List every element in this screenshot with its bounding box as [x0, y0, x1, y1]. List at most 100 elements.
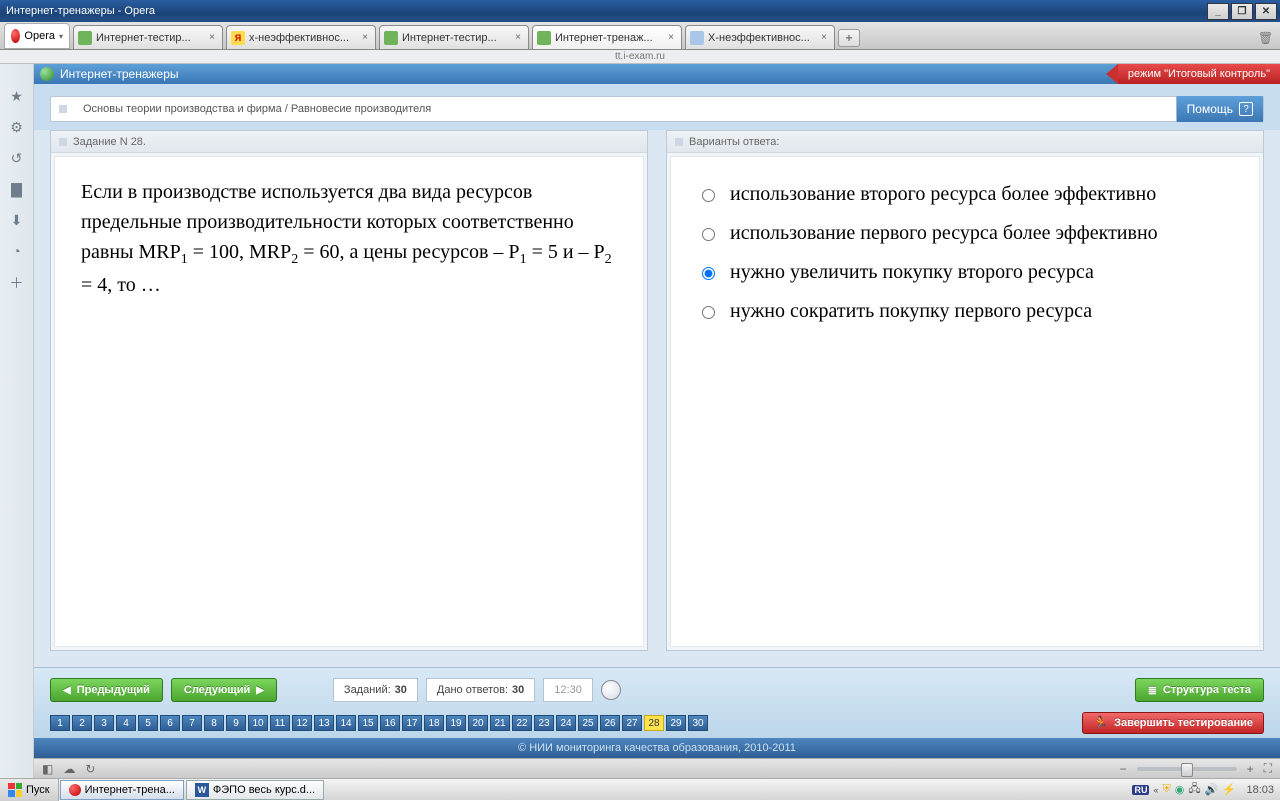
question-number-button[interactable]: 18	[424, 715, 444, 731]
question-number-button[interactable]: 30	[688, 715, 708, 731]
window-buttons: _ ❐ ✕	[1207, 3, 1277, 20]
battery-icon[interactable]: ⚡	[1222, 783, 1236, 796]
breadcrumb: Основы теории производства и фирма / Рав…	[50, 96, 1264, 122]
browser-tab[interactable]: Ях-неэффективнос...×	[226, 25, 376, 49]
shield-icon[interactable]: ⛨	[1162, 783, 1170, 796]
question-number-button[interactable]: 15	[358, 715, 378, 731]
question-number-button[interactable]: 23	[534, 715, 554, 731]
question-number-button[interactable]: 7	[182, 715, 202, 731]
answer-radio[interactable]	[702, 267, 715, 280]
browser-tab[interactable]: Интернет-тестир...×	[379, 25, 529, 49]
fit-width-icon[interactable]: ⛶	[1264, 761, 1272, 776]
question-number-button[interactable]: 10	[248, 715, 268, 731]
zoom-slider[interactable]	[1137, 767, 1237, 771]
clock[interactable]: 18:03	[1240, 784, 1274, 796]
question-number-button[interactable]: 26	[600, 715, 620, 731]
opera-menu-button[interactable]: Opera ▾	[4, 23, 70, 49]
taskbar-item-label: Интернет-трена...	[85, 784, 175, 796]
question-number-button[interactable]: 1	[50, 715, 70, 731]
zoom-in-icon[interactable]: +	[1247, 762, 1254, 776]
tab-close-icon[interactable]: ×	[206, 32, 218, 43]
new-tab-button[interactable]: +	[838, 29, 860, 47]
taskbar-item[interactable]: Интернет-трена...	[60, 780, 184, 800]
question-number-button[interactable]: 12	[292, 715, 312, 731]
prev-button[interactable]: ◀Предыдущий	[50, 678, 163, 702]
next-button[interactable]: Следующий▶	[171, 678, 277, 702]
language-indicator[interactable]: RU	[1132, 785, 1149, 795]
answer-option[interactable]: использование второго ресурса более эффе…	[697, 183, 1233, 206]
tab-close-icon[interactable]: ×	[512, 32, 524, 43]
tab-close-icon[interactable]: ×	[818, 32, 830, 43]
help-button[interactable]: Помощь ?	[1176, 96, 1263, 122]
question-number-button[interactable]: 6	[160, 715, 180, 731]
tray-expand-icon[interactable]: «	[1153, 785, 1158, 795]
antivirus-icon[interactable]: ◉	[1175, 783, 1185, 796]
close-button[interactable]: ✕	[1255, 3, 1277, 20]
question-number-button[interactable]: 17	[402, 715, 422, 731]
question-number-button[interactable]: 2	[72, 715, 92, 731]
answer-option[interactable]: нужно сократить покупку первого ресурса	[697, 300, 1233, 323]
tasks-total-box: Заданий: 30	[333, 678, 418, 702]
question-number-button[interactable]: 28	[644, 715, 664, 731]
history-icon[interactable]: ◔	[12, 243, 20, 259]
question-number-button[interactable]: 25	[578, 715, 598, 731]
window-titlebar: Интернет-тренажеры - Opera _ ❐ ✕	[0, 0, 1280, 22]
tab-close-icon[interactable]: ×	[359, 32, 371, 43]
question-number-button[interactable]: 4	[116, 715, 136, 731]
question-text: Если в производстве используется два вид…	[81, 177, 617, 300]
system-tray: RU « ⛨ ◉ 🖧 🔊 ⚡ 18:03	[1126, 780, 1280, 799]
answer-option[interactable]: нужно увеличить покупку второго ресурса	[697, 261, 1233, 284]
question-number-button[interactable]: 11	[270, 715, 290, 731]
answer-option[interactable]: использование первого ресурса более эффе…	[697, 222, 1233, 245]
clock-icon	[601, 680, 621, 700]
note-icon[interactable]: ▇	[11, 181, 22, 198]
question-number-button[interactable]: 16	[380, 715, 400, 731]
volume-icon[interactable]: 🔊	[1205, 783, 1219, 796]
finish-test-button[interactable]: 🏃Завершить тестирование	[1082, 712, 1264, 734]
start-button[interactable]: Пуск	[0, 779, 59, 801]
answered-box: Дано ответов: 30	[426, 678, 535, 702]
star-icon[interactable]: ★	[10, 88, 23, 105]
closed-tabs-icon[interactable]: 🗑	[1258, 31, 1276, 49]
question-panel: Задание N 28. Если в производстве исполь…	[50, 130, 648, 651]
question-number-button[interactable]: 24	[556, 715, 576, 731]
question-number-button[interactable]: 9	[226, 715, 246, 731]
answer-radio[interactable]	[702, 228, 715, 241]
opera-logo-icon	[69, 784, 81, 796]
favicon-icon: Я	[231, 31, 245, 45]
panel-toggle-icon[interactable]: ◧	[42, 762, 53, 776]
question-number-button[interactable]: 27	[622, 715, 642, 731]
browser-tab[interactable]: Интернет-тренаж...×	[532, 25, 682, 49]
taskbar-item[interactable]: WФЭПО весь курс.d...	[186, 780, 324, 800]
cloud-icon[interactable]: ☁	[63, 762, 75, 776]
tab-close-icon[interactable]: ×	[665, 32, 677, 43]
question-number-button[interactable]: 29	[666, 715, 686, 731]
minimize-button[interactable]: _	[1207, 3, 1229, 20]
answer-text: использование второго ресурса более эффе…	[730, 183, 1156, 206]
windows-taskbar: Пуск Интернет-трена... WФЭПО весь курс.d.…	[0, 778, 1280, 800]
download-icon[interactable]: ⬇	[11, 212, 23, 229]
globe-icon	[40, 67, 54, 81]
question-number-button[interactable]: 8	[204, 715, 224, 731]
question-number-button[interactable]: 3	[94, 715, 114, 731]
favicon-icon	[537, 31, 551, 45]
test-structure-button[interactable]: ≣ Структура теста	[1135, 678, 1264, 702]
answer-radio[interactable]	[702, 189, 715, 202]
restore-button[interactable]: ❐	[1231, 3, 1253, 20]
gear-icon[interactable]: ⚙	[10, 119, 23, 136]
question-number-button[interactable]: 21	[490, 715, 510, 731]
browser-tab[interactable]: Интернет-тестир...×	[73, 25, 223, 49]
question-number-button[interactable]: 13	[314, 715, 334, 731]
network-icon[interactable]: 🖧	[1188, 780, 1200, 799]
zoom-out-icon[interactable]: −	[1120, 762, 1127, 776]
sync-status-icon[interactable]: ↻	[85, 762, 95, 776]
question-number-button[interactable]: 19	[446, 715, 466, 731]
sync-icon[interactable]: ↺	[11, 150, 23, 167]
browser-tab[interactable]: Х-неэффективнос...×	[685, 25, 835, 49]
question-number-button[interactable]: 14	[336, 715, 356, 731]
answer-radio[interactable]	[702, 306, 715, 319]
add-panel-icon[interactable]: ＋	[10, 273, 24, 293]
question-number-button[interactable]: 5	[138, 715, 158, 731]
question-number-button[interactable]: 20	[468, 715, 488, 731]
question-number-button[interactable]: 22	[512, 715, 532, 731]
